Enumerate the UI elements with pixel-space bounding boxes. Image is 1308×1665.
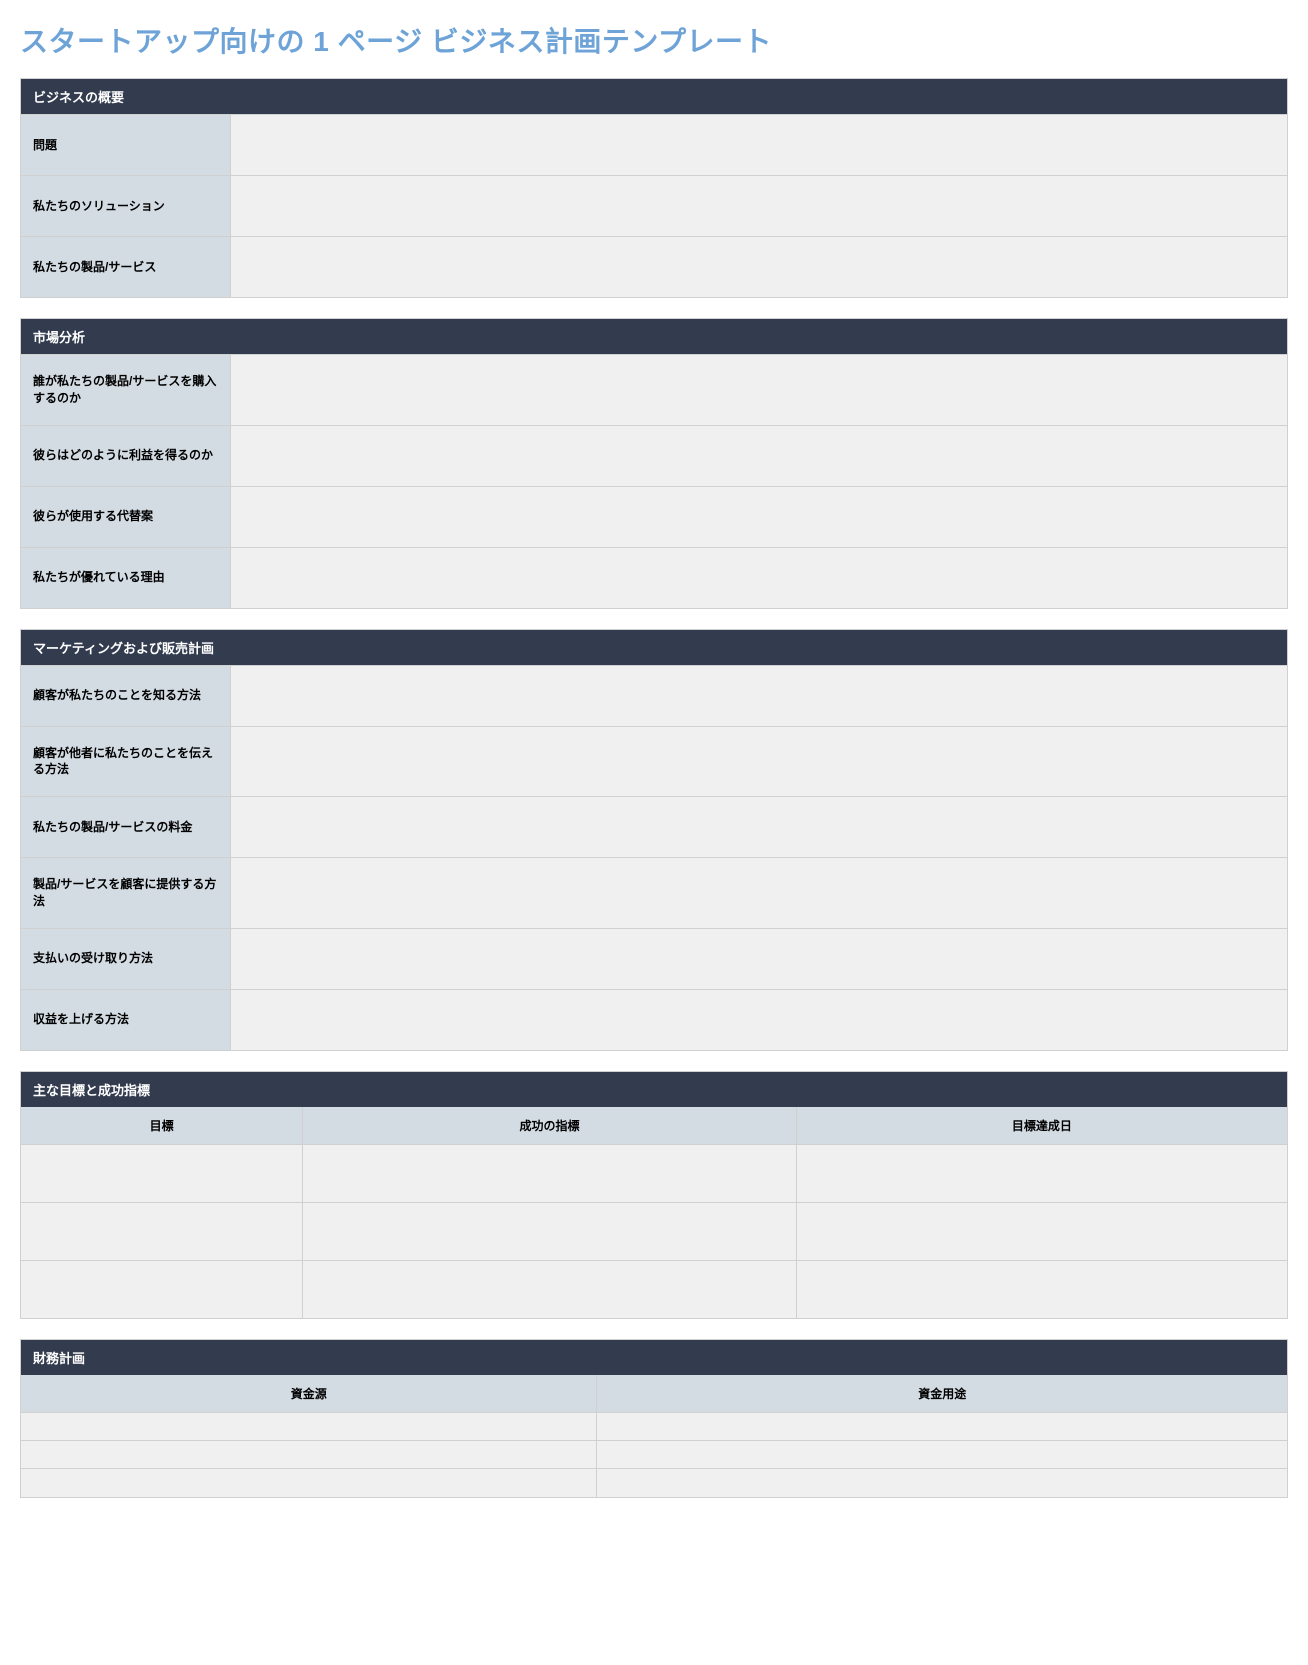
marketing-row: 製品/サービスを顧客に提供する方法 (21, 857, 1287, 928)
finance-row (21, 1469, 1287, 1497)
section-marketing: マーケティングおよび販売計画 顧客が私たちのことを知る方法 顧客が他者に私たちの… (20, 629, 1288, 1051)
marketing-label-revenue: 収益を上げる方法 (21, 990, 231, 1050)
section-market-header: 市場分析 (21, 319, 1287, 354)
market-label-alternative: 彼らが使用する代替案 (21, 487, 231, 547)
goals-cell[interactable] (303, 1202, 797, 1260)
market-value-benefit[interactable] (231, 426, 1287, 486)
goals-row (21, 1202, 1287, 1260)
finance-table: 資金源 資金用途 (21, 1375, 1287, 1497)
page-title: スタートアップ向けの 1 ページ ビジネス計画テンプレート (20, 20, 1288, 60)
page-container: スタートアップ向けの 1 ページ ビジネス計画テンプレート ビジネスの概要 問題… (20, 20, 1288, 1498)
market-row: 誰が私たちの製品/サービスを購入するのか (21, 354, 1287, 425)
section-goals: 主な目標と成功指標 目標 成功の指標 目標達成日 (20, 1071, 1288, 1320)
goals-cell[interactable] (21, 1144, 303, 1202)
section-overview: ビジネスの概要 問題 私たちのソリューション 私たちの製品/サービス (20, 78, 1288, 298)
finance-cell[interactable] (597, 1413, 1287, 1441)
marketing-row: 顧客が他者に私たちのことを伝える方法 (21, 726, 1287, 797)
marketing-row: 顧客が私たちのことを知る方法 (21, 665, 1287, 726)
marketing-value-delivery[interactable] (231, 858, 1287, 928)
goals-cell[interactable] (303, 1144, 797, 1202)
market-value-who[interactable] (231, 355, 1287, 425)
goals-row (21, 1144, 1287, 1202)
section-market: 市場分析 誰が私たちの製品/サービスを購入するのか 彼らはどのように利益を得るの… (20, 318, 1288, 609)
market-row: 私たちが優れている理由 (21, 547, 1287, 608)
section-marketing-header: マーケティングおよび販売計画 (21, 630, 1287, 665)
overview-value-solution[interactable] (231, 176, 1287, 236)
overview-value-product[interactable] (231, 237, 1287, 297)
marketing-label-delivery: 製品/サービスを顧客に提供する方法 (21, 858, 231, 928)
overview-label-problem: 問題 (21, 115, 231, 175)
section-finance-header: 財務計画 (21, 1340, 1287, 1375)
finance-col-use: 資金用途 (597, 1375, 1287, 1413)
finance-cell[interactable] (21, 1469, 597, 1497)
marketing-label-pricing: 私たちの製品/サービスの料金 (21, 797, 231, 857)
marketing-value-revenue[interactable] (231, 990, 1287, 1050)
finance-col-source: 資金源 (21, 1375, 597, 1413)
market-row: 彼らはどのように利益を得るのか (21, 425, 1287, 486)
goals-cell[interactable] (796, 1202, 1287, 1260)
overview-label-solution: 私たちのソリューション (21, 176, 231, 236)
finance-cell[interactable] (21, 1441, 597, 1469)
section-overview-header: ビジネスの概要 (21, 79, 1287, 114)
section-finance: 財務計画 資金源 資金用途 (20, 1339, 1288, 1498)
goals-col-date: 目標達成日 (796, 1107, 1287, 1145)
marketing-label-payment: 支払いの受け取り方法 (21, 929, 231, 989)
market-value-advantage[interactable] (231, 548, 1287, 608)
marketing-value-payment[interactable] (231, 929, 1287, 989)
goals-table: 目標 成功の指標 目標達成日 (21, 1107, 1287, 1319)
overview-row: 私たちの製品/サービス (21, 236, 1287, 297)
marketing-label-awareness: 顧客が私たちのことを知る方法 (21, 666, 231, 726)
goals-cell[interactable] (796, 1144, 1287, 1202)
goals-col-goal: 目標 (21, 1107, 303, 1145)
finance-cell[interactable] (597, 1469, 1287, 1497)
section-goals-header: 主な目標と成功指標 (21, 1072, 1287, 1107)
marketing-row: 私たちの製品/サービスの料金 (21, 796, 1287, 857)
marketing-label-referral: 顧客が他者に私たちのことを伝える方法 (21, 727, 231, 797)
goals-cell[interactable] (303, 1260, 797, 1318)
marketing-row: 収益を上げる方法 (21, 989, 1287, 1050)
overview-value-problem[interactable] (231, 115, 1287, 175)
goals-cell[interactable] (21, 1260, 303, 1318)
marketing-row: 支払いの受け取り方法 (21, 928, 1287, 989)
overview-label-product: 私たちの製品/サービス (21, 237, 231, 297)
finance-cell[interactable] (21, 1413, 597, 1441)
market-label-benefit: 彼らはどのように利益を得るのか (21, 426, 231, 486)
goals-col-metric: 成功の指標 (303, 1107, 797, 1145)
market-label-advantage: 私たちが優れている理由 (21, 548, 231, 608)
finance-row (21, 1413, 1287, 1441)
goals-cell[interactable] (21, 1202, 303, 1260)
marketing-value-referral[interactable] (231, 727, 1287, 797)
market-label-who: 誰が私たちの製品/サービスを購入するのか (21, 355, 231, 425)
overview-row: 問題 (21, 114, 1287, 175)
finance-row (21, 1441, 1287, 1469)
goals-row (21, 1260, 1287, 1318)
goals-cell[interactable] (796, 1260, 1287, 1318)
marketing-value-awareness[interactable] (231, 666, 1287, 726)
marketing-value-pricing[interactable] (231, 797, 1287, 857)
market-row: 彼らが使用する代替案 (21, 486, 1287, 547)
market-value-alternative[interactable] (231, 487, 1287, 547)
finance-cell[interactable] (597, 1441, 1287, 1469)
overview-row: 私たちのソリューション (21, 175, 1287, 236)
